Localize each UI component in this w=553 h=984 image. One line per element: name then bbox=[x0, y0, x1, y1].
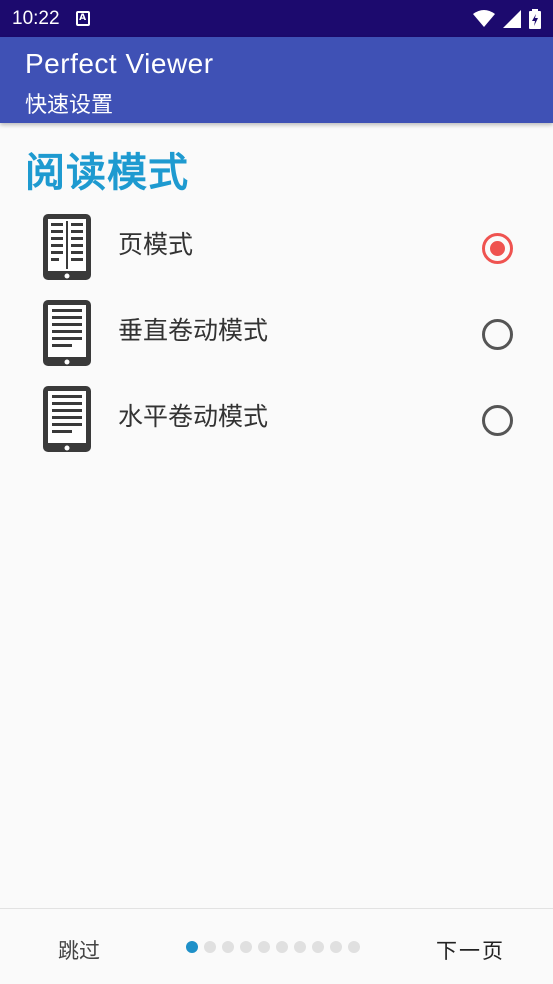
page-dot-10 bbox=[348, 941, 360, 953]
radio-vertical-scroll-mode[interactable] bbox=[482, 319, 513, 350]
status-bar: 10:22 A bbox=[0, 0, 553, 37]
a-box-icon: A bbox=[75, 11, 90, 26]
battery-charging-icon bbox=[529, 8, 541, 29]
section-title: 阅读模式 bbox=[25, 150, 189, 196]
page-dot-4 bbox=[240, 941, 252, 953]
page-dot-5 bbox=[258, 941, 270, 953]
app-subtitle: 快速设置 bbox=[25, 93, 114, 118]
radio-horizontal-scroll-mode[interactable] bbox=[482, 405, 513, 436]
horizontal-scroll-icon bbox=[43, 386, 91, 452]
mode-option-page[interactable]: 页模式 bbox=[0, 205, 553, 291]
page-mode-icon bbox=[43, 214, 91, 280]
app-title: Perfect Viewer bbox=[25, 48, 214, 79]
page-dot-7 bbox=[294, 941, 306, 953]
page-dot-1 bbox=[186, 941, 198, 953]
mode-option-vertical-scroll[interactable]: 垂直卷动模式 bbox=[0, 291, 553, 377]
page-dot-9 bbox=[330, 941, 342, 953]
radio-page-mode[interactable] bbox=[482, 233, 513, 264]
mode-label-page: 页模式 bbox=[118, 230, 194, 259]
app-bar: Perfect Viewer 快速设置 bbox=[0, 37, 553, 123]
mode-option-horizontal-scroll[interactable]: 水平卷动模式 bbox=[0, 377, 553, 463]
wifi-icon bbox=[473, 9, 495, 27]
page-indicator bbox=[186, 941, 360, 953]
signal-icon bbox=[503, 9, 521, 28]
mode-label-horizontal-scroll: 水平卷动模式 bbox=[118, 402, 269, 431]
page-dot-3 bbox=[222, 941, 234, 953]
page-dot-6 bbox=[276, 941, 288, 953]
vertical-scroll-icon bbox=[43, 300, 91, 366]
mode-label-vertical-scroll: 垂直卷动模式 bbox=[118, 316, 269, 345]
next-page-button[interactable]: 下一页 bbox=[436, 935, 505, 965]
status-time: 10:22 bbox=[12, 7, 60, 29]
bottom-bar: 跳过 下一页 bbox=[0, 908, 553, 984]
status-icons bbox=[473, 8, 541, 29]
page-dot-8 bbox=[312, 941, 324, 953]
page-dot-2 bbox=[204, 941, 216, 953]
mode-list: 页模式 垂直卷动模式 水平卷动模式 bbox=[0, 205, 553, 463]
skip-button[interactable]: 跳过 bbox=[58, 935, 100, 965]
